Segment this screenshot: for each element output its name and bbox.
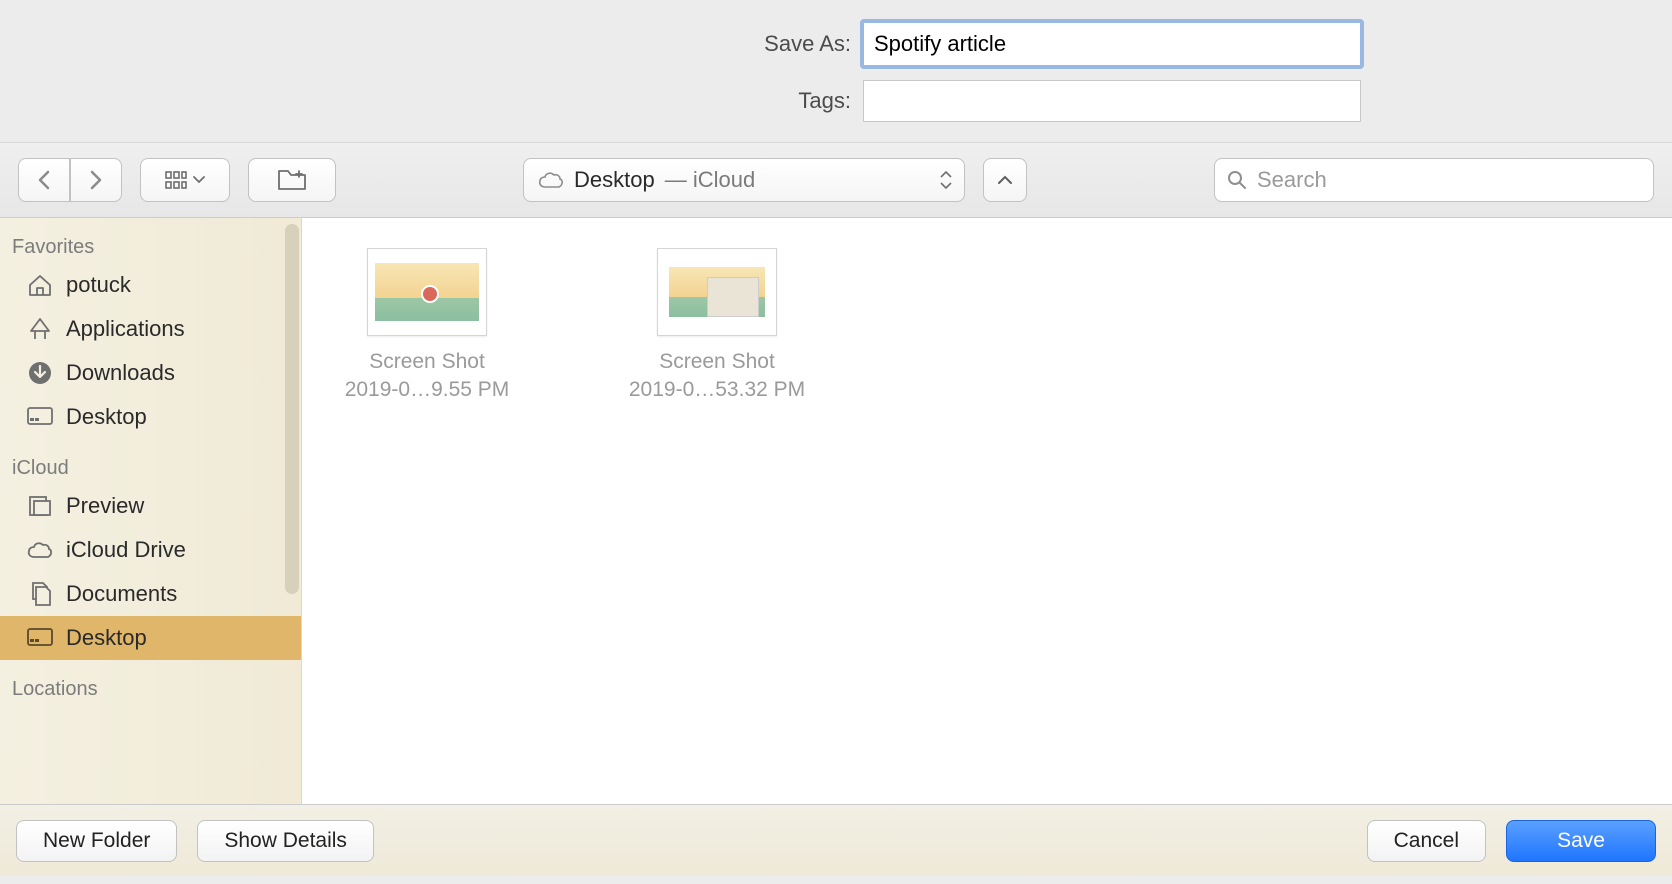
file-thumbnail [367,248,487,336]
collapse-button[interactable] [983,158,1027,202]
toolbar: Desktop — iCloud [0,142,1672,218]
sidebar-item-label: potuck [66,272,131,298]
save-form: Save As: Tags: [0,0,1672,142]
save-as-label: Save As: [311,31,851,57]
sidebar[interactable]: Favorites potuck Applications Downloads … [0,218,302,804]
sidebar-item-downloads[interactable]: Downloads [0,351,301,395]
sidebar-item-desktop-icloud[interactable]: Desktop [0,616,301,660]
sidebar-item-potuck[interactable]: potuck [0,263,301,307]
file-name: Screen Shot 2019-0…9.55 PM [345,348,510,405]
desktop-icon [26,403,54,431]
sidebar-item-documents[interactable]: Documents [0,572,301,616]
sidebar-item-label: Downloads [66,360,175,386]
sidebar-item-label: Applications [66,316,185,342]
file-item[interactable]: Screen Shot 2019-0…9.55 PM [322,248,532,405]
view-mode-button[interactable] [140,158,230,202]
file-name-line1: Screen Shot [345,348,510,376]
chevron-left-icon [37,170,51,190]
forward-button[interactable] [70,158,122,202]
preview-icon [26,492,54,520]
home-icon [26,271,54,299]
sidebar-scrollbar[interactable] [285,224,299,594]
back-button[interactable] [18,158,70,202]
new-folder-toolbar-button[interactable] [248,158,336,202]
sidebar-item-label: Preview [66,493,144,519]
folder-plus-icon [277,169,307,191]
sidebar-section-icloud: iCloud [0,439,301,484]
cloud-icon [538,171,564,189]
grid-icon [165,171,187,189]
search-box[interactable] [1214,158,1654,202]
sidebar-item-label: Desktop [66,625,147,651]
chevron-down-icon [193,176,205,184]
new-folder-button[interactable]: New Folder [16,820,177,862]
sidebar-item-preview[interactable]: Preview [0,484,301,528]
downloads-icon [26,359,54,387]
file-thumbnail [657,248,777,336]
tags-input[interactable] [863,80,1361,122]
sidebar-section-favorites: Favorites [0,218,301,263]
tags-label: Tags: [311,88,851,114]
nav-buttons [18,158,122,202]
sidebar-section-locations: Locations [0,660,301,705]
file-item[interactable]: Screen Shot 2019-0…53.32 PM [612,248,822,405]
footer-bar: New Folder Show Details Cancel Save [0,804,1672,876]
cancel-button[interactable]: Cancel [1367,820,1486,862]
desktop-icon [26,624,54,652]
chevron-up-icon [997,175,1013,185]
search-input[interactable] [1257,167,1641,193]
chevron-right-icon [89,170,103,190]
sidebar-item-label: iCloud Drive [66,537,186,563]
location-popup[interactable]: Desktop — iCloud [523,158,965,202]
save-as-row: Save As: [311,22,1361,66]
save-as-input[interactable] [863,22,1361,66]
documents-icon [26,580,54,608]
sidebar-item-applications[interactable]: Applications [0,307,301,351]
location-main: Desktop [574,167,655,193]
applications-icon [26,315,54,343]
sidebar-item-label: Documents [66,581,177,607]
tags-row: Tags: [311,80,1361,122]
location-sub: — iCloud [665,167,755,193]
save-button[interactable]: Save [1506,820,1656,862]
sidebar-item-icloud-drive[interactable]: iCloud Drive [0,528,301,572]
cloud-icon [26,536,54,564]
updown-icon [940,171,952,189]
file-name-line2: 2019-0…9.55 PM [345,376,510,404]
main-area: Favorites potuck Applications Downloads … [0,218,1672,804]
file-name: Screen Shot 2019-0…53.32 PM [629,348,805,405]
search-icon [1227,170,1247,190]
file-list[interactable]: Screen Shot 2019-0…9.55 PM Screen Shot 2… [302,218,1672,804]
file-name-line2: 2019-0…53.32 PM [629,376,805,404]
sidebar-item-desktop-fav[interactable]: Desktop [0,395,301,439]
sidebar-item-label: Desktop [66,404,147,430]
show-details-button[interactable]: Show Details [197,820,374,862]
file-name-line1: Screen Shot [629,348,805,376]
